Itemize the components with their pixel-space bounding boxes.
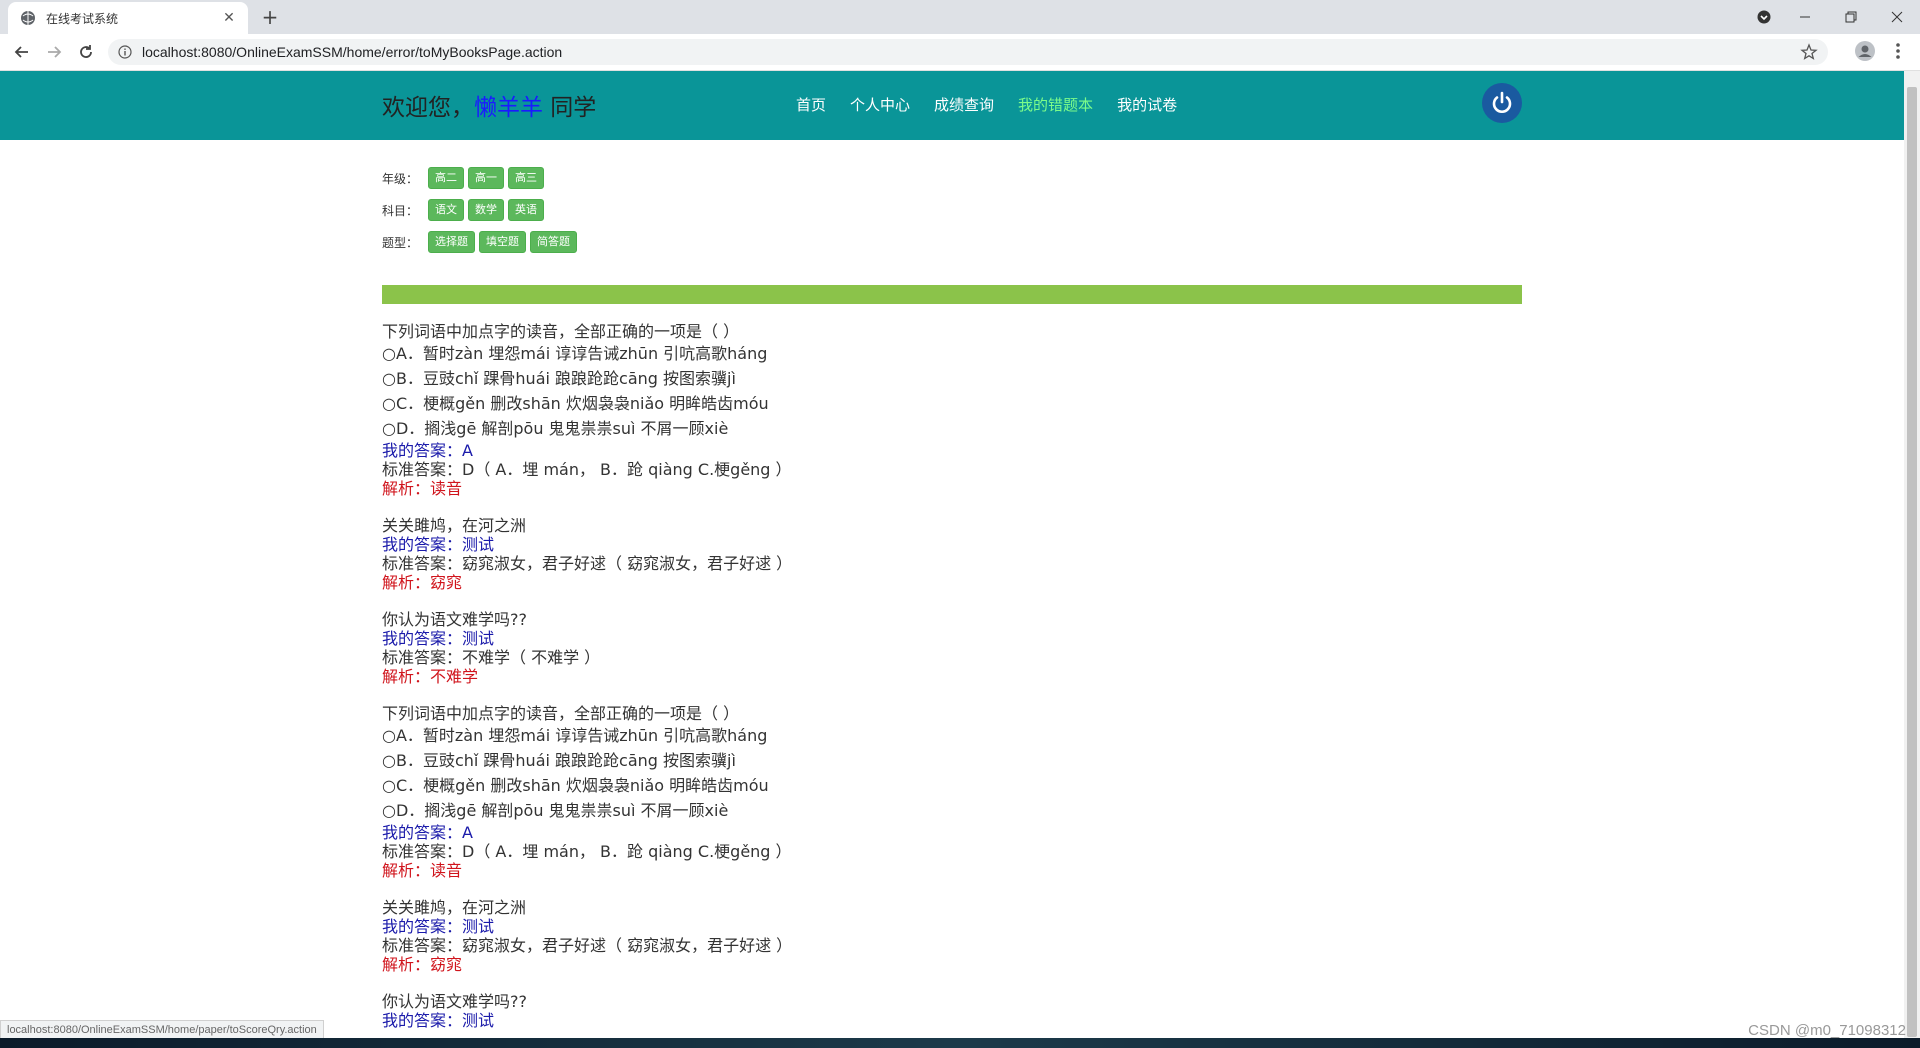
username: 懒羊羊: [474, 95, 543, 121]
logout-button[interactable]: [1482, 83, 1522, 123]
forward-arrow-icon[interactable]: [42, 40, 66, 64]
bookmark-star-icon[interactable]: [1800, 43, 1818, 61]
back-arrow-icon[interactable]: [10, 40, 34, 64]
subject-chip[interactable]: 数学: [468, 199, 504, 221]
my-answer: 我的答案：A: [382, 823, 473, 842]
question-option[interactable]: ○A．暂时zàn 埋怨mái 谆谆告诫zhūn 引吭高歌háng: [382, 723, 1532, 748]
watermark: CSDN @m0_71098312: [1748, 1022, 1906, 1039]
site-header: 欢迎您，懒羊羊 同学 首页 个人中心 成绩查询 我的错题本 我的试卷: [0, 71, 1904, 140]
scrollbar-thumb[interactable]: [1907, 87, 1917, 1037]
nav-my-papers[interactable]: 我的试卷: [1117, 94, 1177, 115]
type-chip[interactable]: 选择题: [428, 231, 475, 253]
filter-panel: 年级： 高二 高一 高三 科目： 语文 数学 英语 题型： 选择题 填空题 简答…: [382, 162, 581, 258]
grade-chip[interactable]: 高三: [508, 167, 544, 189]
nav-home[interactable]: 首页: [796, 94, 826, 115]
info-icon[interactable]: [118, 45, 132, 59]
type-chip[interactable]: 简答题: [530, 231, 577, 253]
url-text[interactable]: localhost:8080/OnlineExamSSM/home/error/…: [142, 44, 562, 60]
nav-profile[interactable]: 个人中心: [850, 94, 910, 115]
subject-label: 科目：: [382, 203, 419, 218]
browser-toolbar: localhost:8080/OnlineExamSSM/home/error/…: [0, 34, 1920, 71]
browser-tab[interactable]: 在线考试系统 ✕: [8, 2, 248, 34]
section-divider-bar: [382, 285, 1522, 304]
standard-answer: 标准答案：不难学（ 不难学 ）: [382, 648, 601, 667]
question-option[interactable]: ○D．搁浅gē 解剖pōu 鬼鬼祟祟suì 不屑一顾xiè: [382, 798, 1532, 823]
new-tab-button[interactable]: +: [258, 6, 282, 30]
question-option[interactable]: ○B．豆豉chǐ 踝骨huái 踉踉跄跄cāng 按图索骥jì: [382, 748, 1532, 773]
account-icon[interactable]: [1854, 40, 1876, 62]
analysis: 解析：读音: [382, 479, 463, 498]
question-option[interactable]: ○C．梗概gěn 删改shān 炊烟袅袅niǎo 明眸皓齿móu: [382, 773, 1532, 798]
minimize-icon[interactable]: [1782, 0, 1828, 34]
grade-filter: 年级： 高二 高一 高三: [382, 162, 581, 194]
analysis: 解析：窈窕: [382, 955, 463, 974]
question-option[interactable]: ○B．豆豉chǐ 踝骨huái 踉踉跄跄cāng 按图索骥jì: [382, 366, 1532, 391]
kebab-menu-icon[interactable]: [1890, 40, 1906, 62]
question-stem: 关关雎鸠，在河之洲: [382, 898, 527, 917]
question-item: 你认为语文难学吗?? 我的答案：测试: [382, 992, 1532, 1030]
my-answer: 我的答案：测试: [382, 917, 495, 936]
globe-icon: [21, 11, 35, 25]
question-item: 关关雎鸠，在河之洲 我的答案：测试 标准答案：窈窕淑女，君子好逑（ 窈窕淑女，君…: [382, 516, 1532, 592]
my-answer: 我的答案：A: [382, 441, 473, 460]
question-stem: 下列词语中加点字的读音，全部正确的一项是（ ）: [382, 322, 740, 341]
analysis: 解析：读音: [382, 861, 463, 880]
question-item: 你认为语文难学吗?? 我的答案：测试 标准答案：不难学（ 不难学 ） 解析：不难…: [382, 610, 1532, 686]
grade-chip[interactable]: 高一: [468, 167, 504, 189]
welcome-suffix: 同学: [543, 95, 597, 121]
my-answer: 我的答案：测试: [382, 629, 495, 648]
grade-label: 年级：: [382, 171, 419, 186]
standard-answer: 标准答案：D（ A．埋 mán， B．跄 qiàng C.梗gěng ）: [382, 842, 792, 861]
power-icon: [1492, 91, 1512, 113]
question-option[interactable]: ○D．搁浅gē 解剖pōu 鬼鬼祟祟suì 不屑一顾xiè: [382, 416, 1532, 441]
tab-search-icon[interactable]: [1746, 0, 1782, 34]
wrong-question-list: 下列词语中加点字的读音，全部正确的一项是（ ） ○A．暂时zàn 埋怨mái 谆…: [382, 322, 1532, 1048]
restore-icon[interactable]: [1828, 0, 1874, 34]
question-item: 关关雎鸠，在河之洲 我的答案：测试 标准答案：窈窕淑女，君子好逑（ 窈窕淑女，君…: [382, 898, 1532, 974]
window-controls: [1746, 0, 1920, 34]
tab-close-icon[interactable]: ✕: [220, 9, 238, 27]
question-item: 下列词语中加点字的读音，全部正确的一项是（ ） ○A．暂时zàn 埋怨mái 谆…: [382, 322, 1532, 498]
status-bar: localhost:8080/OnlineExamSSM/home/paper/…: [0, 1020, 324, 1040]
main-nav: 首页 个人中心 成绩查询 我的错题本 我的试卷: [796, 94, 1177, 115]
question-option[interactable]: ○C．梗概gěn 删改shān 炊烟袅袅niǎo 明眸皓齿móu: [382, 391, 1532, 416]
desktop-taskbar: [0, 1038, 1920, 1048]
grade-chip[interactable]: 高二: [428, 167, 464, 189]
standard-answer: 标准答案：窈窕淑女，君子好逑（ 窈窕淑女，君子好逑 ）: [382, 554, 793, 573]
standard-answer: 标准答案：D（ A．埋 mán， B．跄 qiàng C.梗gěng ）: [382, 460, 792, 479]
analysis: 解析：窈窕: [382, 573, 463, 592]
address-bar[interactable]: localhost:8080/OnlineExamSSM/home/error/…: [108, 39, 1828, 65]
question-option[interactable]: ○A．暂时zàn 埋怨mái 谆谆告诫zhūn 引吭高歌háng: [382, 341, 1532, 366]
my-answer: 我的答案：测试: [382, 535, 495, 554]
question-stem: 你认为语文难学吗??: [382, 610, 527, 629]
browser-tab-bar: 在线考试系统 ✕ +: [0, 0, 1920, 34]
close-window-icon[interactable]: [1874, 0, 1920, 34]
question-stem: 关关雎鸠，在河之洲: [382, 516, 527, 535]
nav-wrong-book[interactable]: 我的错题本: [1018, 94, 1093, 115]
subject-chip[interactable]: 英语: [508, 199, 544, 221]
page-scrollbar[interactable]: [1904, 71, 1920, 1038]
tab-title: 在线考试系统: [46, 11, 119, 26]
my-answer: 我的答案：测试: [382, 1011, 495, 1030]
type-label: 题型：: [382, 235, 419, 250]
welcome-prefix: 欢迎您，: [382, 95, 474, 121]
nav-score-query[interactable]: 成绩查询: [934, 94, 994, 115]
question-item: 下列词语中加点字的读音，全部正确的一项是（ ） ○A．暂时zàn 埋怨mái 谆…: [382, 704, 1532, 880]
standard-answer: 标准答案：窈窕淑女，君子好逑（ 窈窕淑女，君子好逑 ）: [382, 936, 793, 955]
welcome-text: 欢迎您，懒羊羊 同学: [382, 88, 596, 122]
subject-filter: 科目： 语文 数学 英语: [382, 194, 581, 226]
question-stem: 下列词语中加点字的读音，全部正确的一项是（ ）: [382, 704, 740, 723]
subject-chip[interactable]: 语文: [428, 199, 464, 221]
question-stem: 你认为语文难学吗??: [382, 992, 527, 1011]
type-filter: 题型： 选择题 填空题 简答题: [382, 226, 581, 258]
analysis: 解析：不难学: [382, 667, 479, 686]
type-chip[interactable]: 填空题: [479, 231, 526, 253]
reload-icon[interactable]: [74, 40, 98, 64]
